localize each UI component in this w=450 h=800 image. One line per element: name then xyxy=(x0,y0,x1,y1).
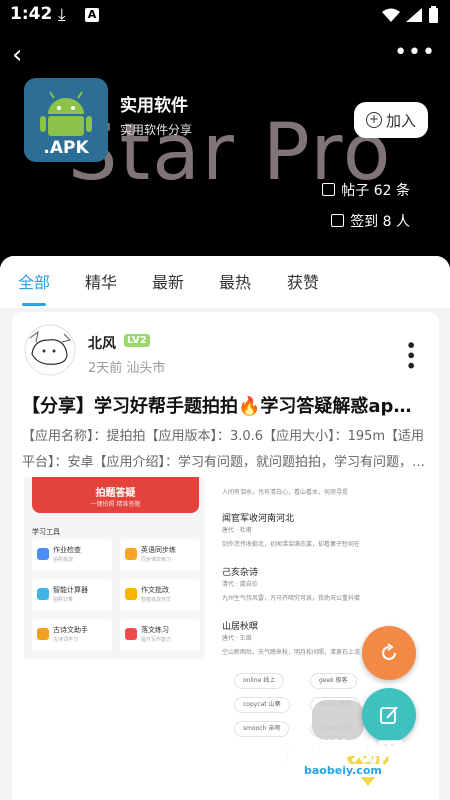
level-badge: LV2 xyxy=(124,334,150,347)
refresh-button[interactable] xyxy=(362,626,416,680)
posts-count: 帖子 62 条 xyxy=(322,180,410,200)
signal-icon xyxy=(406,8,422,22)
tool-name: 古诗文助手 xyxy=(53,626,88,634)
system-status-icons xyxy=(382,6,438,23)
image-poem-title: 闻官军收河南河北 xyxy=(222,514,295,524)
tab-featured[interactable]: 精华 xyxy=(85,269,117,293)
edit-icon xyxy=(380,706,398,724)
post-title[interactable]: 【分享】学习好帮手题拍拍🔥学习答疑解惑ap… xyxy=(22,392,422,418)
post-image-1[interactable]: 拍题答疑 一键拍照 精准答题 学习工具 作业检查 拍照批改 英语同步练 同步课本练习智… xyxy=(24,477,205,659)
tool-icon xyxy=(125,628,137,640)
status-time: 1:42 xyxy=(10,4,53,24)
image-tool-item: 作业检查 拍照批改 xyxy=(32,539,112,571)
image-tool-item: 作文批改智能批改作文 xyxy=(120,579,200,611)
image-word-chip: geek 极客 xyxy=(310,673,357,689)
image-poem-title: 山居秋暝 xyxy=(222,622,259,632)
tool-icon xyxy=(125,588,137,600)
image-tool-item: 智能计算器 拍照计算 xyxy=(32,579,112,611)
download-icon: ⤓ xyxy=(58,5,66,25)
tool-name: 英语同步练 xyxy=(141,546,176,554)
image-poem-line: 清代 · 龚自珍 xyxy=(222,581,258,588)
tool-sub: 智能批改作文 xyxy=(141,597,172,603)
image-poem-line: 人间有泪水，也有清白心，看山看水，何须寻觅 xyxy=(222,489,349,496)
image-poem-line: 九州生气恃风雷，万马齐喑究可哀，我劝天公重抖擞 xyxy=(222,595,361,602)
tab-latest[interactable]: 最新 xyxy=(152,269,184,293)
image-tool-item: 落文练习提升写作能力 xyxy=(120,619,200,651)
refresh-icon xyxy=(382,643,396,660)
notification-a-icon: A xyxy=(85,8,99,22)
tool-icon xyxy=(125,548,137,560)
tab-bar: 全部 精华 最新 最热 获赞 xyxy=(0,256,450,308)
tab-hottest[interactable]: 最热 xyxy=(219,269,251,293)
image-banner-title: 拍题答疑 xyxy=(95,488,136,499)
wifi-icon xyxy=(382,8,400,22)
group-name: 实用软件 xyxy=(120,96,188,116)
posts-icon xyxy=(322,183,336,196)
image-poem-line: 唐代 · 王维 xyxy=(222,635,252,642)
tool-name: 落文练习 xyxy=(141,626,169,634)
back-arrow-icon[interactable]: ‹ xyxy=(12,40,22,70)
post-menu-icon[interactable]: ••• xyxy=(401,340,420,371)
checkins-count-label: 签到 8 人 xyxy=(350,214,410,230)
image-poem-line: 唐代 · 杜甫 xyxy=(222,527,252,534)
tool-icon xyxy=(37,588,49,600)
author-name[interactable]: 北风 xyxy=(88,333,116,353)
status-bar: 1:42 ⤓ A xyxy=(0,0,450,32)
image-poem-title: 己亥杂诗 xyxy=(222,568,259,578)
image-banner-sub: 一键拍照 精准答题 xyxy=(90,501,141,508)
more-options-icon[interactable]: ••• xyxy=(394,38,436,68)
post-body: 【应用名称】：提拍拍【应用版本】：3.0.6【应用大小】：195m【适用平台】：… xyxy=(22,429,426,470)
image-banner: 拍题答疑 一键拍照 精准答题 xyxy=(32,477,199,513)
tool-icon xyxy=(37,628,49,640)
image-word-chip: online 线上 xyxy=(234,673,285,689)
checkin-icon xyxy=(331,214,345,227)
image-tool-item: 古诗文助手古诗词学习 xyxy=(32,619,112,651)
image-word-chip: copycat 山寨 xyxy=(234,697,290,713)
image-poem-line: 剑外忽传收蓟北，初闻涕泪满衣裳，却看妻子愁何在 xyxy=(222,541,361,548)
active-tab-indicator xyxy=(22,303,46,306)
tool-name: 作业检查 xyxy=(53,546,81,554)
posts-count-label: 帖子 62 条 xyxy=(341,183,410,199)
post-meta: 2天前 汕头市 xyxy=(88,361,166,376)
watermark-url: baobeiy.com xyxy=(300,764,386,777)
image-tool-item: 英语同步练同步课本练习 xyxy=(120,539,200,571)
image-section-title: 学习工具 xyxy=(32,528,60,536)
avatar[interactable] xyxy=(24,324,76,376)
tool-sub: 拍照批改 xyxy=(53,557,74,563)
tool-sub: 提升写作能力 xyxy=(141,637,172,643)
top-bar: ‹ ••• xyxy=(0,36,450,76)
tab-all[interactable]: 全部 xyxy=(18,269,50,293)
apk-label: .APK xyxy=(43,138,89,158)
tool-sub: 同步课本练习 xyxy=(141,557,172,563)
tool-sub: 古诗词学习 xyxy=(53,637,79,643)
group-icon: .APK xyxy=(24,78,108,162)
battery-icon xyxy=(429,8,438,23)
join-label: 加入 xyxy=(385,111,416,130)
tool-icon xyxy=(37,548,49,560)
plus-circle-icon: + xyxy=(365,112,382,128)
checkins-count: 签到 8 人 xyxy=(331,211,410,231)
tool-sub: 拍照计算 xyxy=(53,597,74,603)
tool-name: 智能计算器 xyxy=(53,586,88,594)
tool-name: 作文批改 xyxy=(141,586,169,594)
group-description: 实用软件分享 xyxy=(120,123,193,137)
image-poem-line: 空山新雨后，天气晚来秋，明月松间照，清泉石上流 xyxy=(222,649,361,656)
join-button[interactable]: + 加入 xyxy=(354,102,428,138)
tab-liked[interactable]: 获赞 xyxy=(287,269,319,293)
